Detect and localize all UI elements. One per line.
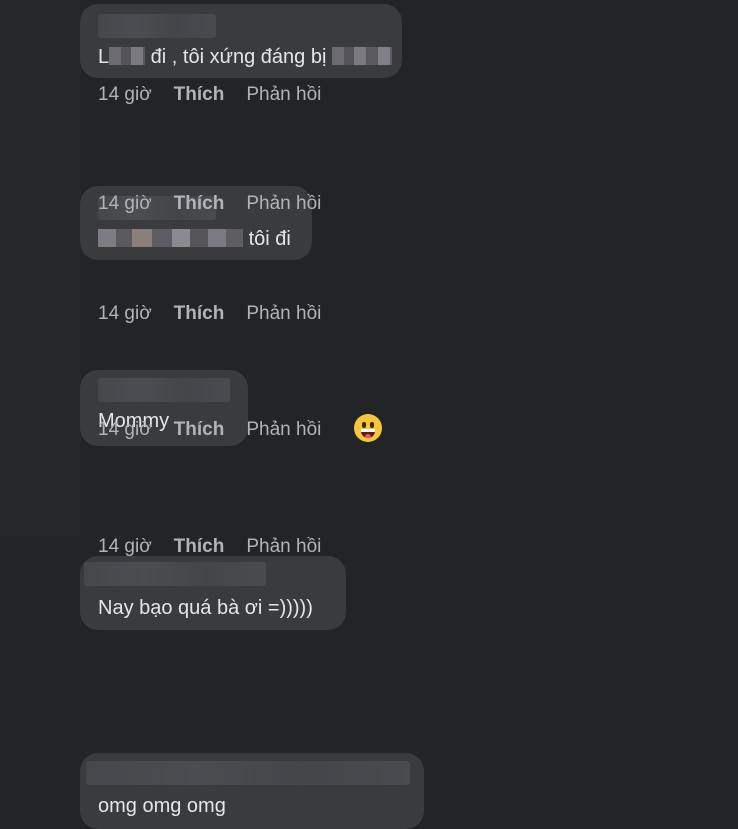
comment-text-start: L [98,46,110,68]
grinning-face-emoji-icon [354,414,382,442]
commenter-name-blurred[interactable] [98,378,230,402]
reply-button[interactable]: Phản hồi [246,419,321,440]
reply-button[interactable]: Phản hồi [246,536,321,557]
comment-actions: 14 giờ Thích Phản hồi [98,536,343,558]
comment-text: Nay bạo quá bà ơi =))))) [98,597,313,619]
like-button[interactable]: Thích [174,303,225,324]
comment-time[interactable]: 14 giờ [98,303,152,324]
pixelated-text [98,229,243,247]
reply-button[interactable]: Phản hồi [246,303,321,324]
comment-time[interactable]: 14 giờ [98,84,152,105]
comment-text: tôi đi [98,228,291,251]
commenter-name-blurred[interactable] [98,14,216,38]
pixelated-text [109,47,146,65]
comment-text: omg omg omg [98,795,226,817]
like-button[interactable]: Thích [174,536,225,557]
commenter-name-blurred[interactable] [84,562,266,586]
comment-time[interactable]: 14 giờ [98,193,152,214]
like-button[interactable]: Thích [174,193,225,214]
comment-text: L đi , tôi xứng đáng bị [98,46,392,69]
comment-actions: 14 giờ Thích Phản hồi [98,419,343,441]
reply-button[interactable]: Phản hồi [246,84,321,105]
reply-button[interactable]: Phản hồi [246,193,321,214]
comment-actions: 14 giờ Thích Phản hồi [98,303,343,325]
pixelated-text [331,47,392,65]
commenter-name-blurred[interactable] [86,761,410,785]
comment-text-visible: tôi đi [248,228,291,250]
like-button[interactable]: Thích [174,419,225,440]
left-panel-strip [0,0,80,536]
comment-bubble: L đi , tôi xứng đáng bị [80,4,402,78]
comment-text-middle: đi , tôi xứng đáng bị [145,46,327,68]
comment-time[interactable]: 14 giờ [98,419,152,440]
comment-actions: 14 giờ Thích Phản hồi [98,193,343,215]
comment-time[interactable]: 14 giờ [98,536,152,557]
comment-actions: 14 giờ Thích Phản hồi [98,84,343,106]
comment-bubble: Nay bạo quá bà ơi =))))) [80,556,346,630]
like-button[interactable]: Thích [174,84,225,105]
comment-bubble: omg omg omg [80,753,424,829]
